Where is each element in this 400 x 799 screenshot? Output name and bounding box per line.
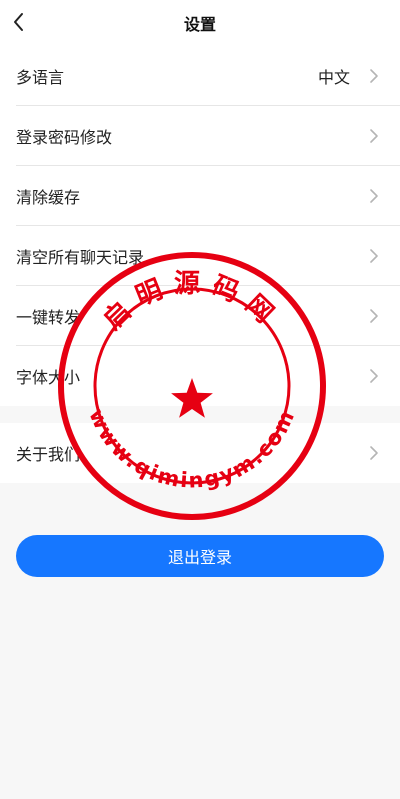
settings-group-main: 多语言 中文 登录密码修改 清除缓存 清空所有聊天记录 一键转发 字体大小 (0, 46, 400, 406)
settings-item-label: 关于我们 (16, 445, 81, 464)
settings-item-one-click-forward[interactable]: 一键转发 (0, 286, 400, 346)
settings-item-clear-cache[interactable]: 清除缓存 (0, 166, 400, 226)
chevron-right-icon (370, 446, 378, 460)
chevron-right-icon (370, 369, 378, 383)
settings-group-about: 关于我们 (0, 423, 400, 483)
chevron-right-icon (370, 309, 378, 323)
settings-item-label: 登录密码修改 (16, 128, 113, 147)
chevron-right-icon (370, 69, 378, 83)
chevron-right-icon (370, 129, 378, 143)
settings-item-change-password[interactable]: 登录密码修改 (0, 106, 400, 166)
settings-item-label: 多语言 (16, 68, 65, 87)
settings-item-clear-chat-history[interactable]: 清空所有聊天记录 (0, 226, 400, 286)
settings-item-language[interactable]: 多语言 中文 (0, 46, 400, 106)
settings-item-label: 清除缓存 (16, 188, 81, 207)
settings-item-label: 一键转发 (16, 308, 81, 327)
page-title: 设置 (183, 15, 216, 34)
settings-item-label: 清空所有聊天记录 (16, 248, 145, 267)
language-value: 中文 (317, 68, 350, 87)
chevron-right-icon (370, 249, 378, 263)
settings-item-font-size[interactable]: 字体大小 (0, 346, 400, 406)
chevron-right-icon (370, 189, 378, 203)
logout-button[interactable]: 退出登录 (16, 535, 384, 577)
settings-item-about-us[interactable]: 关于我们 (0, 423, 400, 483)
settings-item-label: 字体大小 (16, 368, 81, 387)
header: 设置 (0, 0, 400, 46)
